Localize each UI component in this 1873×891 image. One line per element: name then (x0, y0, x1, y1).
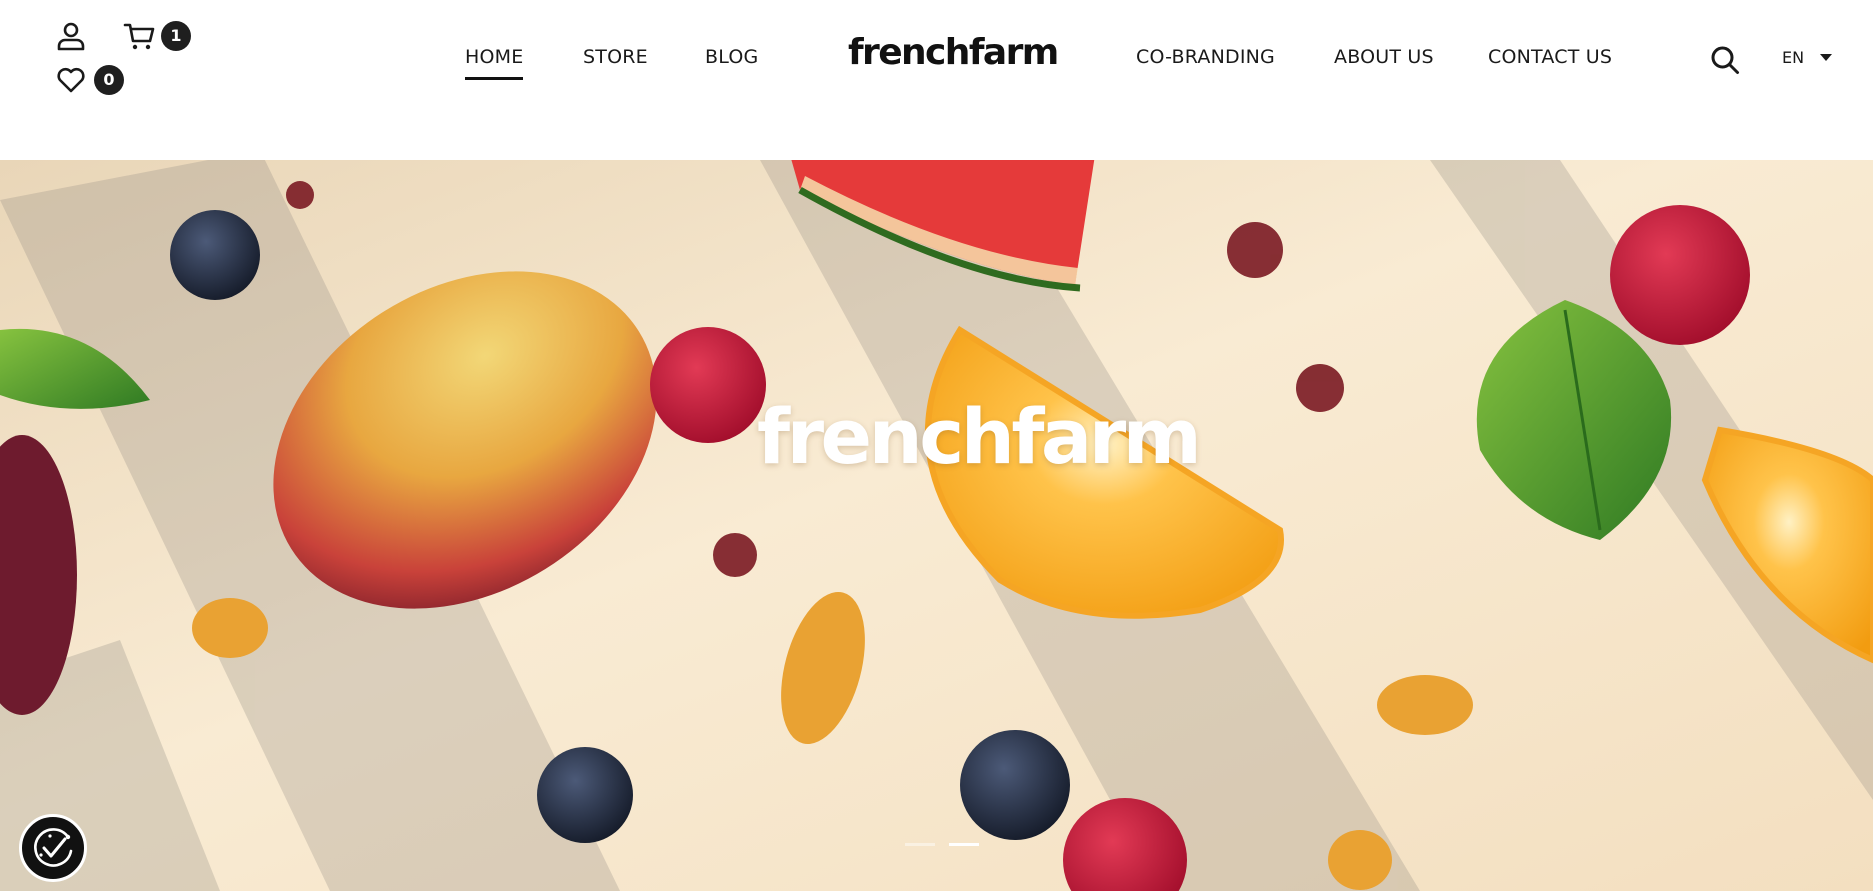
user-icon (57, 22, 85, 51)
cookie-consent-button[interactable] (19, 814, 87, 882)
wishlist-count-badge: 0 (94, 65, 124, 95)
nav-store[interactable]: STORE (583, 46, 648, 68)
account-button[interactable] (55, 20, 87, 52)
wishlist-button[interactable] (55, 65, 87, 95)
language-label: EN (1782, 48, 1805, 67)
nav-about-us[interactable]: ABOUT US (1334, 46, 1434, 68)
hero-logo: frenchfarm (757, 392, 1202, 481)
nav-blog[interactable]: BLOG (705, 46, 758, 68)
site-logo[interactable]: frenchfarm (848, 32, 1059, 73)
cart-count-badge: 1 (161, 21, 191, 51)
slide-dot-active[interactable] (949, 843, 979, 846)
heart-icon (57, 67, 85, 93)
hero-banner: frenchfarm (0, 160, 1873, 891)
cookie-consent-icon (34, 828, 73, 867)
cart-button[interactable] (122, 20, 156, 52)
language-selector[interactable]: EN (1782, 48, 1833, 67)
hero-fruit-image (0, 160, 1873, 891)
search-button[interactable] (1709, 44, 1741, 76)
nav-co-branding[interactable]: CO-BRANDING (1136, 46, 1275, 68)
nav-contact-us[interactable]: CONTACT US (1488, 46, 1612, 68)
slider-pagination (905, 843, 979, 846)
search-icon (1711, 46, 1739, 74)
cart-icon (123, 23, 155, 50)
caret-down-icon (1820, 54, 1833, 61)
slide-dot[interactable] (905, 843, 935, 846)
nav-home[interactable]: HOME (465, 46, 524, 80)
site-header: 1 0 HOME STORE BLOG frenchfarm CO-BRANDI… (0, 0, 1873, 160)
